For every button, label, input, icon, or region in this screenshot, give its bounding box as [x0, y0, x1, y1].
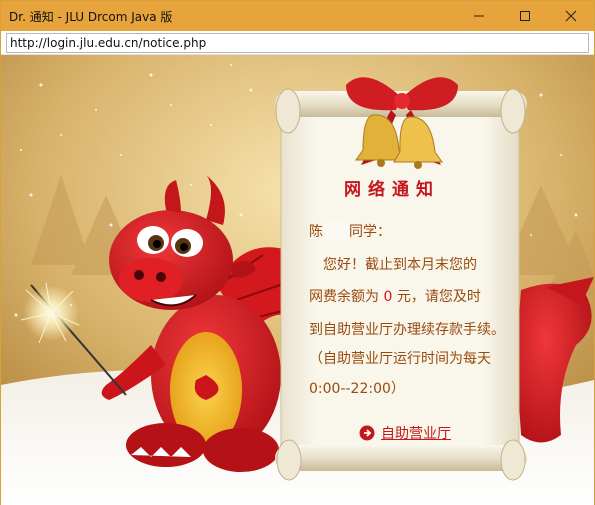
minimize-icon	[474, 15, 484, 17]
address-bar	[1, 31, 594, 55]
minimize-button[interactable]	[456, 1, 502, 31]
self-service-link[interactable]: 自助营业厅	[381, 423, 451, 443]
window-title: Dr. 通知 - JLU Drcom Java 版	[9, 10, 173, 24]
notice-text-area: 网络通知 陈 同学： 您好！截止到本月末您的 网费余额为 0 元，请您及时 到自助…	[1, 55, 594, 505]
notice-line-5: 0:00--22:00）	[309, 381, 405, 397]
notice-line-2: 网费余额为 0 元，请您及时	[309, 286, 481, 306]
notice-line-4: （自助营业厅运行时间为每天	[309, 351, 491, 367]
close-icon	[565, 10, 577, 22]
balance-value: 0	[383, 289, 393, 305]
notice-line-3: 到自助营业厅办理续存款手续。	[309, 322, 505, 338]
close-button[interactable]	[548, 1, 594, 31]
balance-suffix: 元，请您及时	[396, 289, 481, 305]
name-redaction	[323, 222, 349, 240]
greeting-name: 陈	[309, 224, 323, 240]
maximize-icon	[520, 11, 530, 21]
maximize-button[interactable]	[502, 1, 548, 31]
notice-page: 网络通知 陈 同学： 您好！截止到本月末您的 网费余额为 0 元，请您及时 到自助…	[1, 55, 594, 505]
self-service-link-group[interactable]: 自助营业厅	[359, 423, 451, 443]
notice-title: 网络通知	[344, 180, 440, 200]
title-bar[interactable]: Dr. 通知 - JLU Drcom Java 版	[1, 1, 594, 31]
balance-prefix: 网费余额为	[309, 289, 379, 305]
url-field[interactable]	[6, 33, 589, 53]
notice-greeting: 陈 同学：	[309, 221, 391, 241]
arrow-right-circle-icon	[359, 425, 375, 441]
notice-window: Dr. 通知 - JLU Drcom Java 版 http://login.j…	[0, 0, 595, 505]
greeting-suffix: 同学：	[349, 224, 391, 240]
notice-line-1: 您好！截止到本月末您的	[323, 257, 477, 273]
